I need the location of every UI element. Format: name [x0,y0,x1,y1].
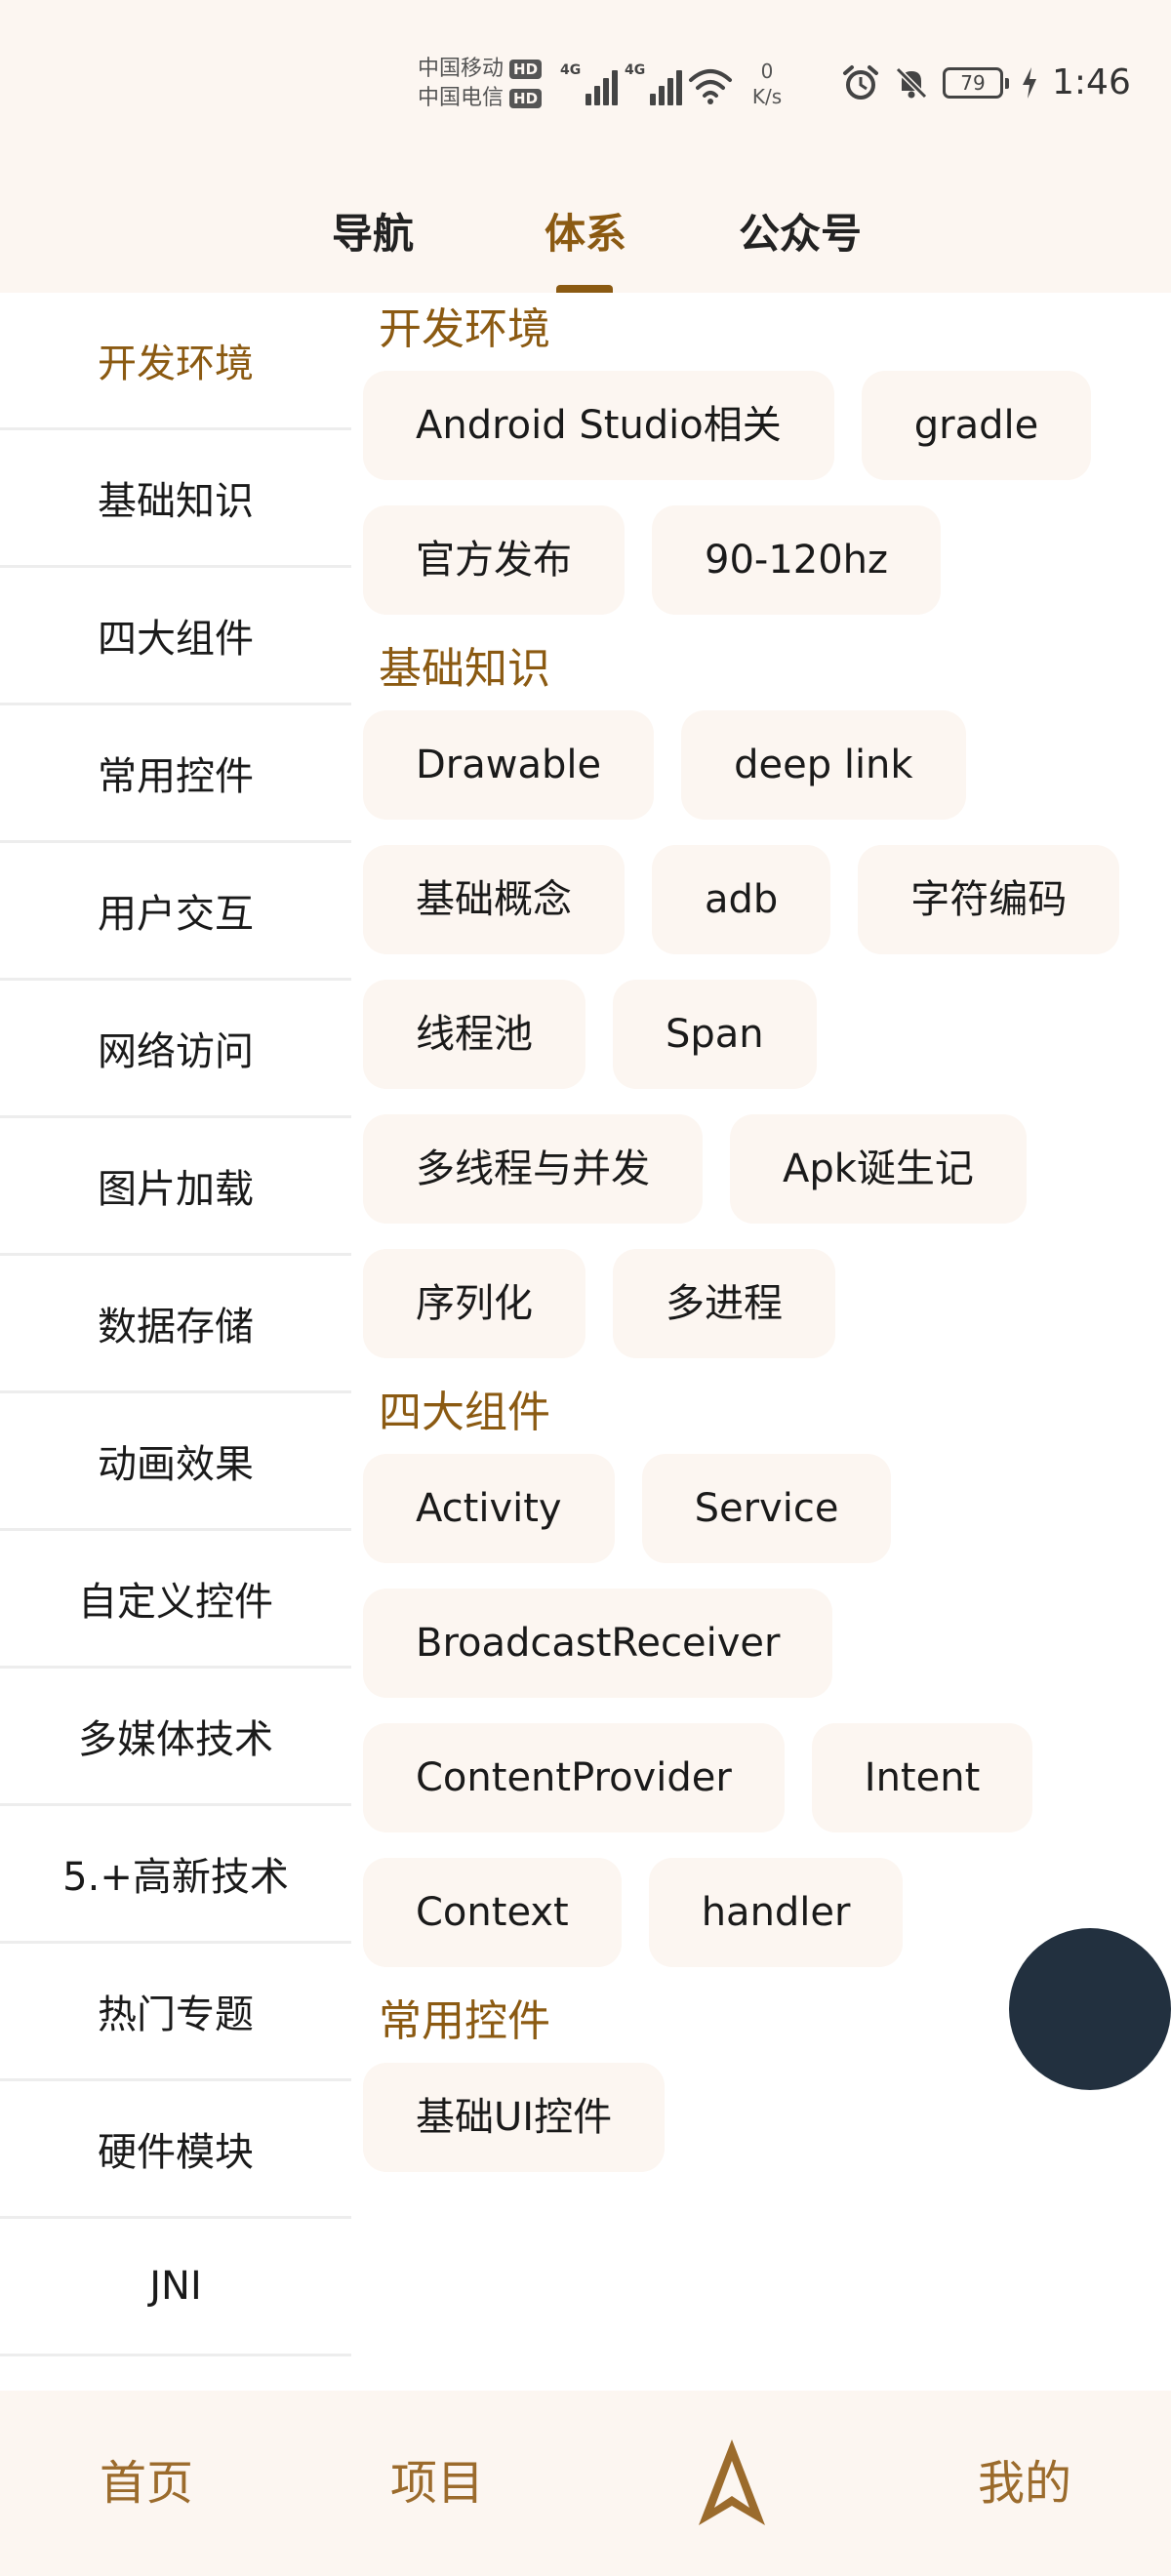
net-speed-value: 0 [760,60,774,83]
topic-chip[interactable]: 字符编码 [858,845,1120,954]
signal-2-icon: 4G [625,62,683,105]
section-title: 基础知识 [379,644,550,694]
sidebar-item[interactable]: 网络访问 [0,981,351,1118]
network-tag: 4G [560,62,582,78]
section-title: 开发环境 [379,304,550,354]
floating-action-button[interactable] [1009,1928,1171,2090]
active-tab-indicator [556,285,613,293]
battery-icon: 79 [943,66,1009,99]
signal-1-icon: 4G [560,62,619,105]
status-icons: 79 1:46 [841,62,1131,102]
top-tab-bar: 导航 体系 公众号 [0,166,1171,293]
tab-system[interactable]: 体系 [527,185,644,283]
tab-official-accounts[interactable]: 公众号 [712,185,888,283]
mute-bell-icon [895,66,928,99]
bottom-navigation: 首页 项目 我的 [0,2391,1171,2576]
sidebar-item[interactable]: 开发环境 [0,293,351,430]
topic-chip[interactable]: 90-120hz [652,505,942,615]
navigation-arrow-icon[interactable] [693,2434,771,2531]
net-speed-unit: K/s [751,85,783,108]
nav-mine[interactable]: 我的 [947,2391,1103,2576]
clock: 1:46 [1052,62,1131,102]
chip-group: Android Studio相关 gradle 官方发布 90-120hz [363,371,1171,615]
alarm-icon [843,64,878,100]
sidebar-item[interactable]: 硬件模块 [0,2081,351,2219]
carrier-2-line: 中国电信 HD [418,84,543,113]
chip-group: Drawable deep link 基础概念 adb 字符编码 线程池 Spa… [363,710,1171,1358]
topic-chip[interactable]: 多线程与并发 [363,1114,703,1224]
topic-chip[interactable]: BroadcastReceiver [363,1589,833,1698]
status-bar: 中国移动 HD 中国电信 HD 4G 4G 0 K/s 79 1:46 [0,0,1171,166]
topic-chip[interactable]: Span [613,980,817,1089]
topic-chip[interactable]: 基础UI控件 [363,2063,666,2172]
topic-chip[interactable]: deep link [681,710,966,820]
sidebar-item[interactable]: 自定义控件 [0,1531,351,1669]
sidebar-item[interactable]: 热门专题 [0,1944,351,2081]
net-speed: 0 K/s [746,59,788,109]
sidebar-item[interactable]: 四大组件 [0,568,351,705]
nav-home[interactable]: 首页 [68,2391,224,2576]
carrier-2-name: 中国电信 [418,86,505,110]
sidebar-item[interactable]: 用户交互 [0,843,351,981]
category-sidebar[interactable]: 开发环境 基础知识 四大组件 常用控件 用户交互 网络访问 图片加载 数据存储 … [0,293,351,2391]
topic-chip[interactable]: 线程池 [363,980,586,1089]
topic-chip[interactable]: Service [641,1454,892,1563]
app-root: 中国移动 HD 中国电信 HD 4G 4G 0 K/s 79 1:46 导航 体… [0,0,1171,2576]
chip-group: Activity Service BroadcastReceiver Conte… [363,1454,1171,1967]
sidebar-item[interactable]: 多媒体技术 [0,1669,351,1806]
hd-badge: HD [509,60,543,79]
charging-icon [1023,66,1036,99]
topic-chip[interactable]: handler [648,1858,904,1967]
hd-badge: HD [509,89,543,108]
battery-level: 79 [960,70,986,95]
sidebar-item[interactable]: 5.+高新技术 [0,1806,351,1944]
carrier-1-line: 中国移动 HD [418,55,543,84]
wifi-icon [689,69,732,104]
carrier-info: 中国移动 HD 中国电信 HD [418,55,543,113]
sidebar-item[interactable]: 动画效果 [0,1393,351,1531]
nav-projects[interactable]: 项目 [359,2391,515,2576]
sidebar-item[interactable]: 常用控件 [0,705,351,843]
tab-navigation[interactable]: 导航 [314,185,431,283]
sidebar-item[interactable]: 基础知识 [0,430,351,568]
topic-chip[interactable]: 多进程 [613,1249,835,1358]
sidebar-item[interactable]: JNI [0,2219,351,2356]
carrier-1-name: 中国移动 [418,57,505,81]
topic-chip[interactable]: Android Studio相关 [363,371,834,480]
sidebar-item[interactable]: 数据存储 [0,1256,351,1393]
topic-chip[interactable]: 序列化 [363,1249,586,1358]
topic-chip[interactable]: 基础概念 [363,845,625,954]
topic-chip[interactable]: ContentProvider [363,1723,785,1832]
topic-chip[interactable]: Drawable [363,710,655,820]
sidebar-item[interactable]: 图片加载 [0,1118,351,1256]
topic-chip[interactable]: Context [363,1858,622,1967]
network-tag: 4G [625,62,646,78]
topic-chip[interactable]: gradle [861,371,1092,480]
topic-chip[interactable]: Activity [363,1454,615,1563]
topic-chip[interactable]: 官方发布 [363,505,625,615]
topic-chip[interactable]: adb [652,845,831,954]
topic-chip[interactable]: Intent [811,1723,1033,1832]
section-title: 四大组件 [379,1388,550,1437]
topic-chip[interactable]: Apk诞生记 [730,1114,1027,1224]
